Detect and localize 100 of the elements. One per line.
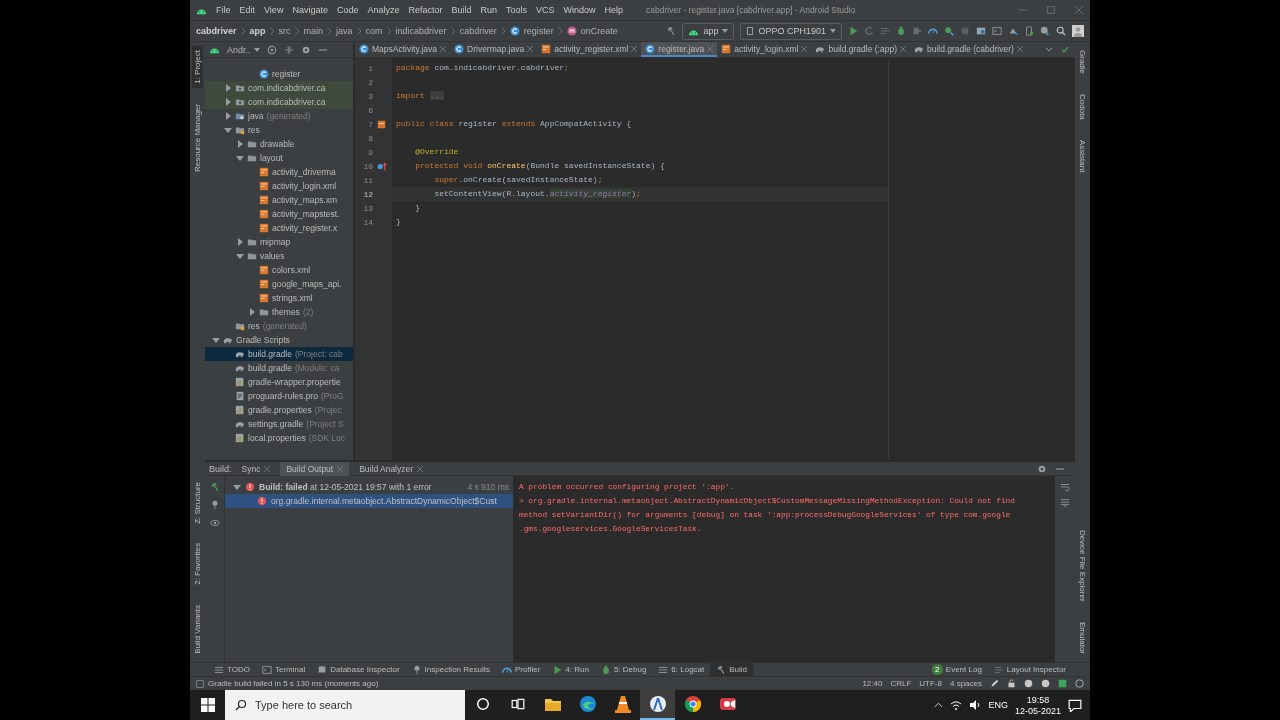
tree-item[interactable]: res (205, 123, 353, 137)
line-number: 12 (362, 189, 373, 199)
tree-item-label: layout (260, 153, 283, 163)
language-indicator[interactable]: ENG (988, 700, 1008, 710)
tool-window-tab[interactable]: Emulator (1077, 618, 1088, 658)
breadcrumb[interactable]: cabdriver (196, 26, 237, 36)
tool-window-tab[interactable]: Codota (1077, 90, 1088, 124)
tree-item[interactable]: build.gradle (Project: cab (205, 347, 353, 361)
tree-item[interactable]: activity_register.x (205, 221, 353, 235)
tree-item[interactable]: activity_driverma (205, 165, 353, 179)
tree-item-label: themes (272, 307, 300, 317)
menu-item[interactable]: Run (480, 5, 497, 15)
editor-tab[interactable]: activity_register.xml (537, 42, 642, 57)
breadcrumb[interactable]: app (249, 26, 266, 36)
device-dropdown[interactable]: OPPO CPH1901 (740, 22, 842, 40)
tool-window-button[interactable]: Layout Inspector (987, 662, 1072, 677)
build-duration: 4 s 910 ms (467, 482, 510, 492)
breadcrumb[interactable]: com (365, 26, 383, 36)
build-error-text: org.gradle.internal.metaobject.AbstractDynamicObject$Cust (271, 496, 497, 506)
breadcrumb[interactable]: java (336, 26, 353, 36)
run-configuration-dropdown[interactable]: app (682, 22, 735, 40)
status-item[interactable]: 12:40 (862, 679, 883, 688)
tool-window-button[interactable]: TODO (208, 662, 256, 677)
tool-window-tab[interactable]: 2: Favorites (192, 539, 203, 590)
breadcrumb[interactable]: indicabdriver (395, 26, 447, 36)
tree-item[interactable]: local.properties (SDK Loc (205, 431, 353, 445)
editor-tab[interactable]: build.gradle (:app) (811, 42, 910, 57)
tree-item[interactable]: register (205, 67, 353, 81)
tool-window-tab[interactable]: Build Variants (192, 601, 203, 658)
tool-window-button[interactable]: 2 Event Log (925, 662, 988, 677)
editor-tab[interactable]: register.java (641, 42, 718, 57)
window-title: cabdriver - register.java [cabdriver.app] - Android Studio (646, 5, 856, 15)
build-tree-item[interactable]: org.gradle.internal.metaobject.AbstractDynamicObject$Cust (225, 494, 513, 508)
tool-window-button[interactable]: 4: Run (546, 662, 595, 677)
menu-item[interactable]: VCS (536, 5, 555, 15)
view-selector[interactable]: Andr.. (227, 44, 260, 55)
menu-item[interactable]: Analyze (367, 5, 400, 15)
tree-item[interactable]: com.indicabdriver.ca (205, 81, 353, 95)
tool-window-button[interactable]: Database Inspector (311, 662, 406, 677)
tool-window-tab[interactable]: 1: Project (192, 46, 203, 88)
breadcrumb[interactable]: cabdriver (459, 26, 497, 36)
tool-window-button[interactable]: Build (710, 662, 754, 677)
build-tree-item[interactable]: Build: failed at 12-05-2021 19:57 with 1 error 4 s 910 ms (225, 480, 513, 494)
tree-item[interactable]: java (generated) (205, 109, 353, 123)
tree-item-label: activity_register.x (272, 223, 338, 233)
tree-item[interactable]: layout (205, 151, 353, 165)
breadcrumb[interactable]: onCreate (580, 26, 618, 36)
panel-tab[interactable]: Sync (235, 461, 277, 476)
tree-item[interactable]: drawable (205, 137, 353, 151)
menu-item[interactable]: Code (336, 5, 359, 15)
tool-window-tab[interactable]: Gradle (1077, 46, 1088, 78)
menu-item[interactable]: Edit (239, 5, 256, 15)
tool-window-tab[interactable]: Device File Explorer (1077, 526, 1088, 606)
menu-item[interactable]: Tools (506, 5, 528, 15)
tree-item[interactable]: gradle.properties (Projec (205, 403, 353, 417)
tree-item[interactable]: gradle-wrapper.propertie (205, 375, 353, 389)
menu-item[interactable]: Build (451, 5, 472, 15)
menu-item[interactable]: File (216, 5, 231, 15)
tool-window-button[interactable]: Inspection Results (405, 662, 496, 677)
breadcrumb[interactable]: src (278, 26, 291, 36)
tree-item[interactable]: mipmap (205, 235, 353, 249)
status-item[interactable]: CRLF (890, 679, 912, 688)
tree-item[interactable]: google_maps_api. (205, 277, 353, 291)
tree-item[interactable]: Gradle Scripts (205, 333, 353, 347)
tool-window-tab[interactable]: Z: Structure (192, 477, 203, 528)
tree-item-label: drawable (260, 139, 295, 149)
tree-item[interactable]: activity_login.xml (205, 179, 353, 193)
code-line: package com.indicabdriver.cabdriver; (395, 62, 570, 74)
menu-item[interactable]: Navigate (292, 5, 328, 15)
tree-item[interactable]: activity_maps.xm (205, 193, 353, 207)
menu-item[interactable]: Refactor (408, 5, 443, 15)
tree-item[interactable]: activity_mapstest. (205, 207, 353, 221)
tree-item[interactable]: values (205, 249, 353, 263)
tool-window-button[interactable]: 6: Logcat (652, 662, 711, 677)
menu-item[interactable]: View (264, 5, 284, 15)
tree-item[interactable]: res (generated) (205, 319, 353, 333)
editor-tab[interactable]: Drivermap.java (450, 42, 538, 57)
tree-item[interactable]: proguard-rules.pro (ProG (205, 389, 353, 403)
tool-window-button[interactable]: Profiler (495, 662, 547, 677)
tree-item[interactable]: colors.xml (205, 263, 353, 277)
panel-tab[interactable]: Build Analyzer (353, 461, 430, 476)
tool-window-button[interactable]: Terminal (255, 662, 312, 677)
menu-item[interactable]: Help (604, 5, 624, 15)
tool-window-button[interactable]: 5: Debug (594, 662, 653, 677)
breadcrumb[interactable]: main (303, 26, 324, 36)
tree-item-label: settings.gradle (248, 419, 304, 429)
tree-item[interactable]: com.indicabdriver.ca (205, 95, 353, 109)
editor-tab[interactable]: activity_login.xml (717, 42, 812, 57)
tool-window-tab[interactable]: Assistant (1077, 135, 1088, 177)
search-field[interactable]: Type here to search (225, 690, 465, 720)
tree-item[interactable]: strings.xml (205, 291, 353, 305)
tree-item-label: activity_driverma (272, 167, 336, 177)
tree-item-note: (Projec (314, 405, 342, 415)
tool-window-tab[interactable]: Resource Manager (192, 99, 203, 176)
editor-tab[interactable]: build.gradle (cabdriver) (909, 42, 1027, 57)
breadcrumb[interactable]: register (523, 26, 554, 36)
status-item[interactable]: UTF-8 (919, 679, 942, 688)
editor-tab[interactable]: MapsActivity.java (355, 42, 451, 57)
status-item[interactable]: 4 spaces (949, 679, 982, 688)
menu-item[interactable]: Window (563, 5, 596, 15)
